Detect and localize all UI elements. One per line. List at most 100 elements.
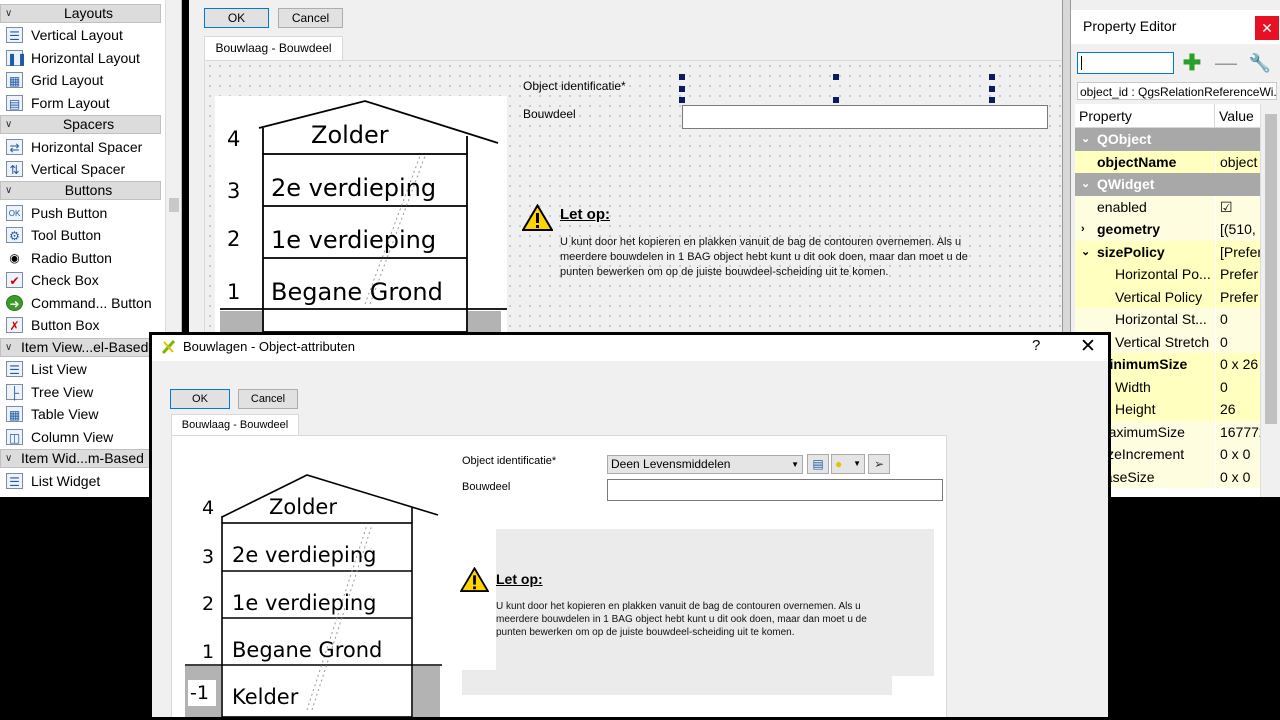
widget-check-box[interactable]: ✔ Check Box bbox=[0, 269, 161, 291]
property-row[interactable]: enabled ☑ bbox=[1075, 195, 1261, 218]
category-layouts[interactable]: ∨ Layouts bbox=[0, 4, 161, 23]
dialog-close-button[interactable]: ✕ bbox=[1080, 335, 1096, 358]
property-row[interactable]: ⌄ QWidget bbox=[1075, 173, 1261, 196]
expand-arrow-icon[interactable]: ⌄ bbox=[1081, 173, 1090, 195]
property-row[interactable]: Horizontal St... 0 bbox=[1075, 308, 1261, 331]
form-bouwdeel-input[interactable] bbox=[682, 105, 1048, 129]
lightbulb-icon[interactable]: ● ▼ bbox=[831, 454, 865, 474]
chevron-down-icon: ∨ bbox=[5, 8, 13, 19]
warning-panel-bottom bbox=[462, 670, 892, 695]
widget-horizontal-spacer[interactable]: ⇄ Horizontal Spacer bbox=[0, 136, 161, 158]
selection-handle[interactable] bbox=[833, 74, 839, 80]
property-value[interactable]: 0 bbox=[1215, 330, 1261, 353]
vertical-spacer-icon: ⇅ bbox=[6, 161, 23, 177]
property-row[interactable]: Vertical Policy Prefer bbox=[1075, 285, 1261, 308]
widget-grid-layout[interactable]: ▦ Grid Layout bbox=[0, 69, 161, 91]
property-name-label: Height bbox=[1115, 401, 1156, 417]
wrench-icon[interactable]: 🔧 bbox=[1245, 50, 1275, 76]
selection-handle[interactable] bbox=[989, 97, 995, 103]
add-property-icon[interactable]: ✚ bbox=[1177, 50, 1207, 76]
object-id-select[interactable]: Deen Levensmiddelen ▼ bbox=[607, 455, 803, 474]
chevron-down-icon: ∨ bbox=[5, 119, 13, 130]
category-item-views[interactable]: ∨ Item View...el-Based bbox=[0, 338, 161, 357]
widget-list-view[interactable]: ☰ List View bbox=[0, 358, 161, 380]
property-value[interactable]: 0 bbox=[1215, 308, 1261, 331]
property-value[interactable]: [Prefer bbox=[1215, 240, 1261, 263]
widget-button-box[interactable]: ✗ Button Box bbox=[0, 314, 161, 336]
selection-handle[interactable] bbox=[679, 97, 685, 103]
dialog-titlebar: Bouwlagen - Object-attributen ? ✕ bbox=[152, 335, 1108, 361]
help-button[interactable]: ? bbox=[1032, 337, 1040, 354]
property-column-header[interactable]: Property bbox=[1075, 104, 1215, 128]
property-value[interactable]: object bbox=[1215, 150, 1261, 173]
scrollbar-thumb[interactable] bbox=[1265, 114, 1277, 424]
selection-handle[interactable] bbox=[833, 97, 839, 103]
close-icon[interactable]: ✕ bbox=[1255, 16, 1279, 40]
command-button-icon: ➜ bbox=[6, 295, 23, 311]
property-value[interactable]: 0 x 0 bbox=[1215, 465, 1261, 488]
dialog-tab-bouwlaag[interactable]: Bouwlaag - Bouwdeel bbox=[171, 414, 299, 436]
floor-number: 3 bbox=[202, 546, 214, 568]
property-row[interactable]: Horizontal Po... Prefer bbox=[1075, 263, 1261, 286]
widget-vertical-spacer[interactable]: ⇅ Vertical Spacer bbox=[0, 158, 161, 180]
widget-vertical-layout[interactable]: ☰ Vertical Layout bbox=[0, 24, 161, 46]
property-value[interactable]: Prefer bbox=[1215, 263, 1261, 286]
category-item-widgets[interactable]: ∨ Item Wid...m-Based bbox=[0, 449, 161, 468]
widget-form-layout[interactable]: ▤ Form Layout bbox=[0, 92, 161, 114]
dialog-cancel-button[interactable]: Cancel bbox=[238, 389, 298, 409]
property-value[interactable]: 0 x 0 bbox=[1215, 443, 1261, 466]
property-row[interactable]: objectName object bbox=[1075, 150, 1261, 173]
expand-arrow-icon[interactable]: › bbox=[1081, 218, 1085, 240]
remove-property-icon[interactable]: — bbox=[1211, 50, 1241, 76]
open-form-icon[interactable]: ▤ bbox=[807, 454, 829, 474]
object-id-value: Deen Levensmiddelen bbox=[611, 457, 731, 471]
widget-tool-button[interactable]: ⚙ Tool Button bbox=[0, 224, 161, 246]
property-value[interactable]: 167772 bbox=[1215, 420, 1261, 443]
property-row[interactable]: ⌄ sizePolicy [Prefer bbox=[1075, 240, 1261, 263]
category-buttons[interactable]: ∨ Buttons bbox=[0, 181, 161, 200]
widget-column-view[interactable]: ◫ Column View bbox=[0, 426, 161, 448]
tree-view-icon: ├ bbox=[6, 384, 23, 400]
widget-command-button[interactable]: ➜ Command... Button bbox=[0, 292, 161, 314]
property-value[interactable]: 0 bbox=[1215, 375, 1261, 398]
selection-handle[interactable] bbox=[989, 74, 995, 80]
category-spacers[interactable]: ∨ Spacers bbox=[0, 115, 161, 134]
dialog-bouwdeel-input[interactable] bbox=[607, 479, 943, 501]
check-box-icon: ✔ bbox=[6, 272, 23, 288]
property-filter-input[interactable] bbox=[1077, 52, 1174, 74]
dialog-warning-text: U kunt door het kopieren en plakken vanu… bbox=[496, 601, 867, 638]
horizontal-spacer-icon: ⇄ bbox=[6, 139, 23, 155]
value-column-header[interactable]: Value bbox=[1215, 104, 1261, 128]
property-editor-scrollbar[interactable] bbox=[1260, 104, 1280, 497]
property-row[interactable]: ⌄ QObject bbox=[1075, 128, 1261, 151]
selection-handle[interactable] bbox=[679, 74, 685, 80]
floor-name: Begane Grond bbox=[271, 278, 443, 306]
property-value[interactable]: 0 x 26 bbox=[1215, 353, 1261, 376]
form-ok-button[interactable]: OK bbox=[204, 8, 269, 28]
widget-table-view[interactable]: ▦ Table View bbox=[0, 403, 161, 425]
scrollbar-thumb[interactable] bbox=[169, 198, 179, 212]
selection-handle[interactable] bbox=[679, 86, 685, 92]
map-identify-icon[interactable]: ➢ bbox=[868, 454, 890, 474]
widget-tree-view[interactable]: ├ Tree View bbox=[0, 381, 161, 403]
property-value[interactable]: Prefer bbox=[1215, 285, 1261, 308]
widget-radio-button[interactable]: ◉ Radio Button bbox=[0, 247, 161, 269]
widget-list-widget[interactable]: ☰ List Widget bbox=[0, 470, 161, 492]
warning-icon bbox=[522, 204, 553, 231]
selection-handle[interactable] bbox=[989, 86, 995, 92]
form-cancel-button[interactable]: Cancel bbox=[278, 8, 343, 28]
property-name-label: QWidget bbox=[1097, 176, 1155, 192]
chevron-down-icon: ▼ bbox=[791, 460, 799, 469]
property-value[interactable]: ☑ bbox=[1215, 195, 1261, 218]
property-row[interactable]: › geometry [(510, 2 bbox=[1075, 218, 1261, 241]
dialog-object-id-label: Object identificatie* bbox=[462, 455, 557, 467]
property-value[interactable]: [(510, 2 bbox=[1215, 218, 1261, 241]
floor-number: 2 bbox=[202, 593, 214, 615]
expand-arrow-icon[interactable]: ⌄ bbox=[1081, 241, 1090, 263]
widget-horizontal-layout[interactable]: ❚❚ Horizontal Layout bbox=[0, 47, 161, 69]
dialog-ok-button[interactable]: OK bbox=[170, 389, 230, 409]
expand-arrow-icon[interactable]: ⌄ bbox=[1081, 128, 1090, 150]
form-tab-bouwlaag[interactable]: Bouwlaag - Bouwdeel bbox=[204, 36, 343, 60]
widget-push-button[interactable]: OK Push Button bbox=[0, 202, 161, 224]
property-value[interactable]: 26 bbox=[1215, 398, 1261, 421]
